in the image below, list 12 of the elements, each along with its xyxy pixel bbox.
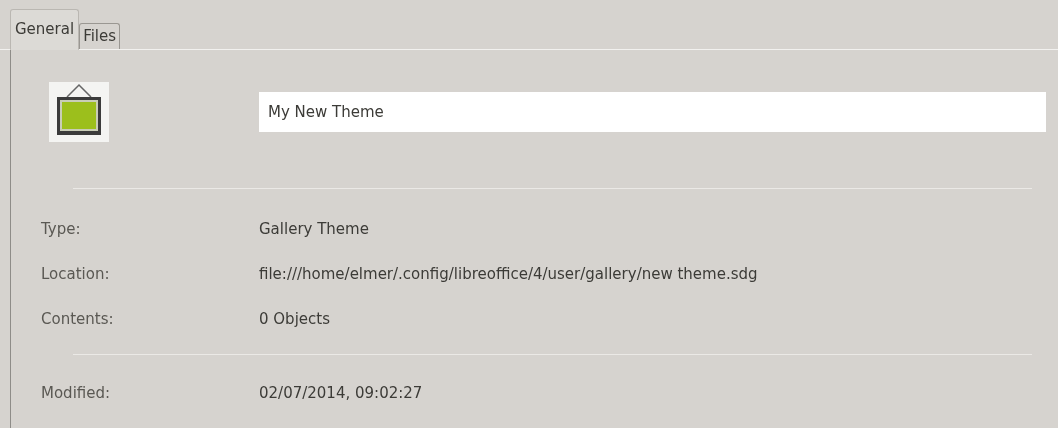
property-label: Contents:: [41, 309, 115, 331]
property-value: file:///home/elmer/.config/libreoffice/4/user/gallery/new theme.sdg: [259, 264, 758, 286]
theme-name-field[interactable]: My New Theme: [259, 92, 1046, 132]
picture-frame-icon: [49, 82, 109, 142]
tab[interactable]: General: [10, 9, 80, 50]
property-value: Gallery Theme: [259, 219, 369, 241]
property-label: Modified:: [41, 383, 112, 405]
property-label: Location:: [41, 264, 111, 286]
property-value: 0 Objects: [259, 309, 330, 331]
property-label: Type:: [41, 219, 82, 241]
property-value: 02/07/2014, 09:02:27: [259, 383, 423, 405]
tab[interactable]: Files: [79, 22, 121, 49]
